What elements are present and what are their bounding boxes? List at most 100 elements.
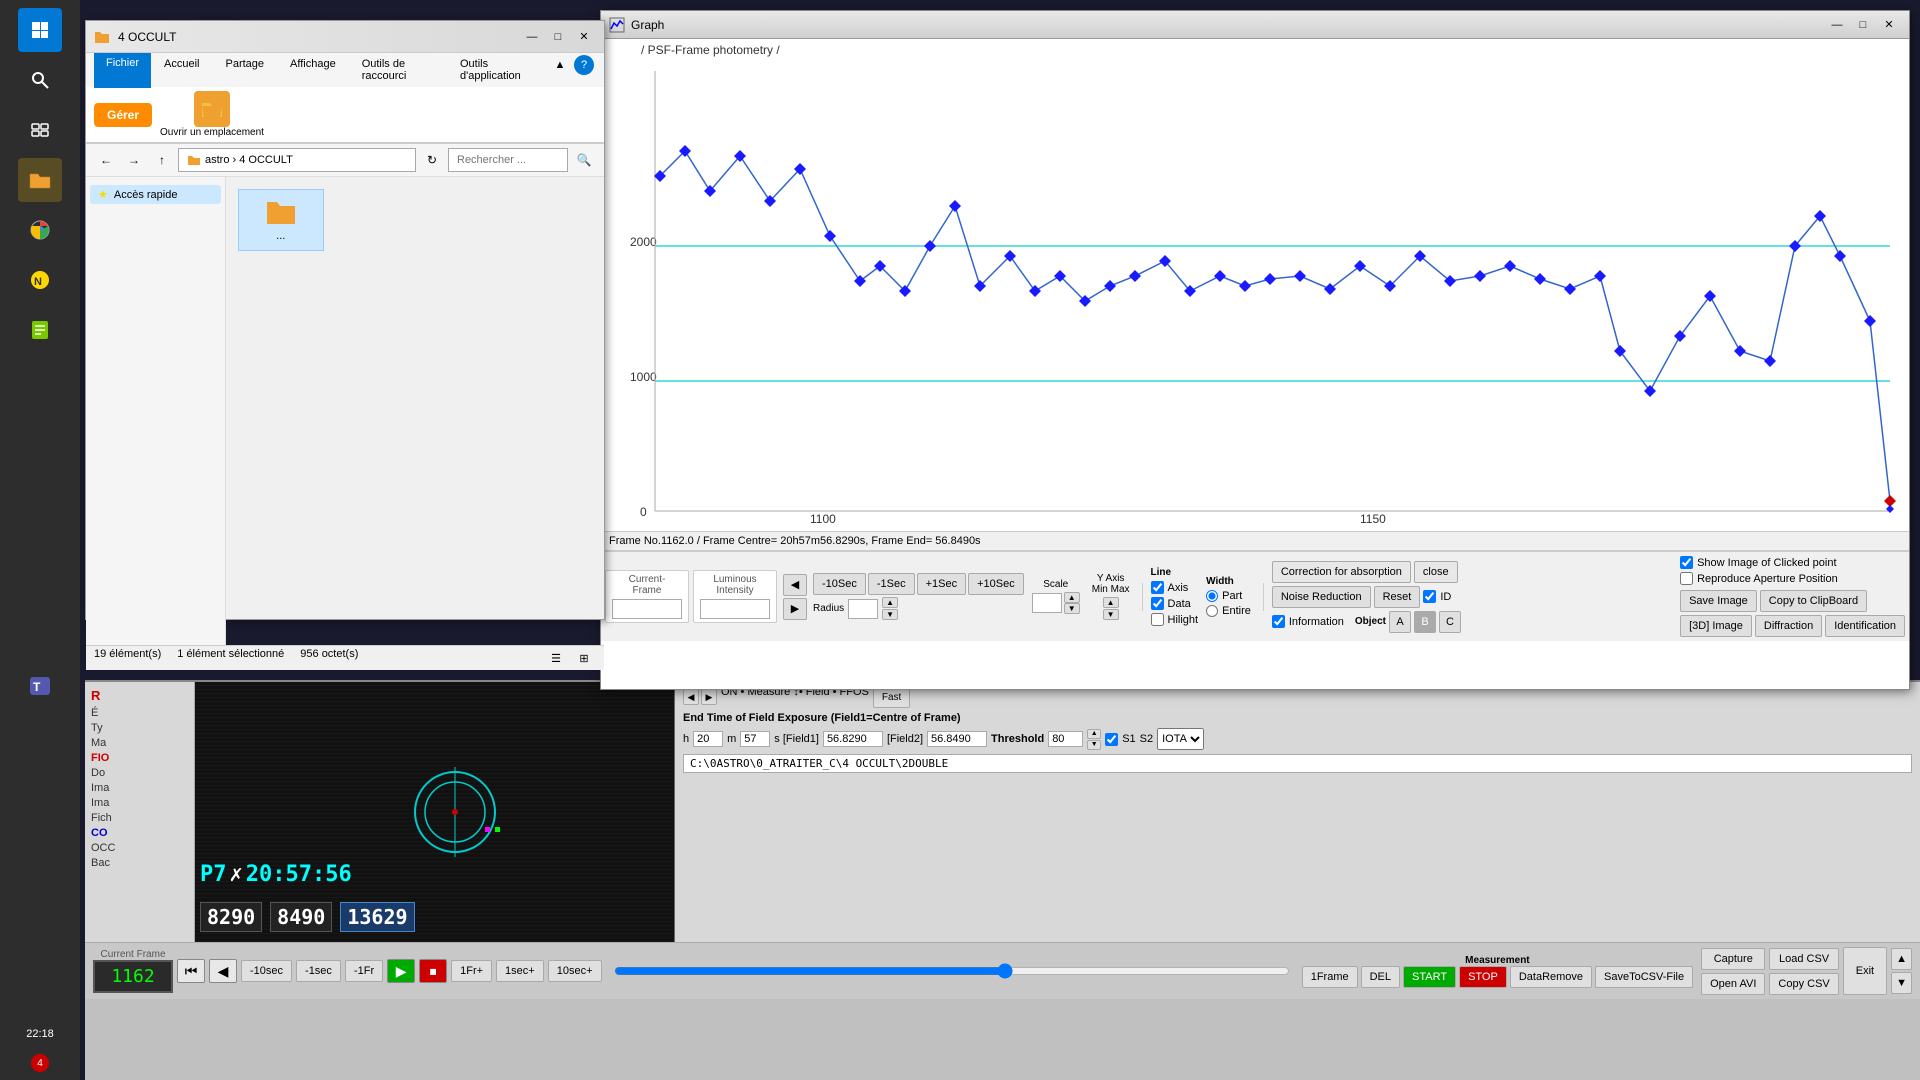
obj-a-btn[interactable]: A (1389, 611, 1411, 633)
iota-select[interactable]: IOTA (1157, 728, 1204, 750)
ribbon-help-btn[interactable]: ? (574, 55, 594, 75)
plus1fr-btn[interactable]: 1Fr+ (451, 960, 492, 982)
tab-partage[interactable]: Partage (212, 53, 277, 87)
part-radio[interactable] (1206, 590, 1218, 602)
copy-clipboard-btn[interactable]: Copy to ClipBoard (1760, 590, 1867, 612)
step-back-btn[interactable]: ◀ (209, 959, 237, 983)
start-btn[interactable]: START (1403, 966, 1456, 988)
teams-button[interactable]: T (18, 664, 62, 708)
reproduce-checkbox[interactable] (1680, 572, 1693, 585)
graph-minimize-btn[interactable]: — (1825, 15, 1849, 35)
minus1sec-btn[interactable]: -1Sec (868, 573, 915, 595)
correction-absorption-btn[interactable]: Correction for absorption (1272, 561, 1411, 583)
m-input[interactable] (740, 731, 770, 747)
left-arrow-btn[interactable]: ◀ (783, 574, 807, 596)
part-radio-label[interactable]: Part (1206, 590, 1251, 602)
minimize-button[interactable]: — (520, 27, 544, 47)
reset-btn[interactable]: Reset (1374, 586, 1421, 608)
ouvrir-btn[interactable]: Ouvrir un emplacement (160, 91, 264, 138)
identification-btn[interactable]: Identification (1825, 615, 1905, 637)
maximize-button[interactable]: □ (546, 27, 570, 47)
data-checkbox[interactable] (1151, 597, 1164, 610)
scale-up-btn[interactable]: ▲ (1064, 592, 1080, 603)
scale-input[interactable]: 4 (1032, 593, 1062, 613)
minus10sec-btn[interactable]: -10Sec (813, 573, 866, 595)
id-checkbox[interactable] (1423, 590, 1436, 603)
obj-c-btn[interactable]: C (1439, 611, 1461, 633)
task-view-button[interactable] (18, 108, 62, 152)
scroll-right-btn[interactable]: ▶ (701, 689, 717, 705)
show-image-checkbox-label[interactable]: Show Image of Clicked point (1680, 556, 1836, 569)
s-field1-input[interactable] (823, 731, 883, 747)
go-start-btn[interactable]: ⏮ (177, 959, 205, 983)
save-csv-btn[interactable]: SaveToCSV-File (1595, 966, 1693, 988)
sidebar-item-acces-rapide[interactable]: ★ Accès rapide (90, 185, 221, 204)
information-checkbox-label[interactable]: Information (1272, 615, 1344, 628)
open-avi-btn[interactable]: Open AVI (1701, 973, 1765, 995)
del-btn[interactable]: DEL (1361, 966, 1400, 988)
y-up-btn[interactable]: ▲ (1103, 597, 1119, 608)
s-field2-input[interactable] (927, 731, 987, 747)
y-down-btn[interactable]: ▼ (1103, 609, 1119, 620)
exit-btn[interactable]: Exit (1843, 947, 1887, 995)
view-grid-btn[interactable]: ⊞ (572, 648, 596, 668)
plus10sec-btn[interactable]: 10sec+ (548, 960, 602, 982)
luminous-intensity-input[interactable]: 588.0 (700, 599, 770, 619)
search-btn[interactable]: 🔍 (572, 148, 596, 172)
threshold-down-btn[interactable]: ▼ (1087, 740, 1101, 750)
tab-affichage[interactable]: Affichage (277, 53, 349, 87)
scale-down-btn[interactable]: ▼ (1064, 603, 1080, 614)
norton-button[interactable]: N (18, 258, 62, 302)
load-csv-btn[interactable]: Load CSV (1769, 948, 1838, 970)
search-button[interactable] (18, 58, 62, 102)
right-arrow-btn[interactable]: ▶ (783, 598, 807, 620)
stop-meas-btn[interactable]: STOP (1459, 966, 1507, 988)
threshold-checkbox[interactable] (1105, 733, 1118, 746)
radius-input[interactable]: 3 (848, 599, 878, 619)
scroll-down-btn[interactable]: ▼ (1891, 972, 1912, 994)
hilight-checkbox[interactable] (1151, 613, 1164, 626)
back-btn[interactable]: ← (94, 148, 118, 172)
current-frame-input[interactable]: 1162.0 (612, 599, 682, 619)
image-3d-btn[interactable]: [3D] Image (1680, 615, 1752, 637)
notepad-plus-button[interactable] (18, 308, 62, 352)
frame-slider[interactable] (614, 963, 1290, 979)
graph-maximize-btn[interactable]: □ (1851, 15, 1875, 35)
forward-btn[interactable]: → (122, 148, 146, 172)
save-image-btn[interactable]: Save Image (1680, 590, 1757, 612)
threshold-checkbox-label[interactable] (1105, 733, 1118, 746)
radius-down-btn[interactable]: ▼ (882, 609, 898, 620)
tab-accueil[interactable]: Accueil (151, 53, 212, 87)
radius-up-btn[interactable]: ▲ (882, 597, 898, 608)
axis-checkbox[interactable] (1151, 581, 1164, 594)
graph-close-btn[interactable]: ✕ (1877, 15, 1901, 35)
search-input[interactable] (448, 148, 568, 172)
axis-checkbox-label[interactable]: Axis (1151, 581, 1199, 594)
noise-reduction-btn[interactable]: Noise Reduction (1272, 586, 1371, 608)
plus1sec-btn[interactable]: +1Sec (917, 573, 967, 595)
minus1-btn[interactable]: -1sec (296, 960, 341, 982)
tab-outils-raccourci[interactable]: Outils de raccourci (349, 53, 447, 87)
view-list-btn[interactable]: ☰ (544, 648, 568, 668)
file-explorer-button[interactable] (18, 158, 62, 202)
data-remove-btn[interactable]: DataRemove (1510, 966, 1592, 988)
scroll-up-btn[interactable]: ▲ (1891, 948, 1912, 970)
threshold-up-btn[interactable]: ▲ (1087, 729, 1101, 739)
entire-radio[interactable] (1206, 605, 1218, 617)
diffraction-btn[interactable]: Diffraction (1755, 615, 1822, 637)
tab-outils-application[interactable]: Outils d'application (447, 53, 546, 87)
hilight-checkbox-label[interactable]: Hilight (1151, 613, 1199, 626)
show-image-checkbox[interactable] (1680, 556, 1693, 569)
capture-btn[interactable]: Capture (1701, 948, 1765, 970)
up-btn[interactable]: ↑ (150, 148, 174, 172)
reproduce-checkbox-label[interactable]: Reproduce Aperture Position (1680, 572, 1838, 585)
information-checkbox[interactable] (1272, 615, 1285, 628)
refresh-btn[interactable]: ↻ (420, 148, 444, 172)
close-btn[interactable]: close (1414, 561, 1458, 583)
start-button[interactable] (18, 8, 62, 52)
close-button[interactable]: ✕ (572, 27, 596, 47)
minus1fr-btn[interactable]: -1Fr (345, 960, 383, 982)
threshold-input[interactable] (1048, 731, 1083, 747)
minus10-btn[interactable]: -10sec (241, 960, 292, 982)
ribbon-collapse-btn[interactable]: ▲ (548, 55, 572, 75)
